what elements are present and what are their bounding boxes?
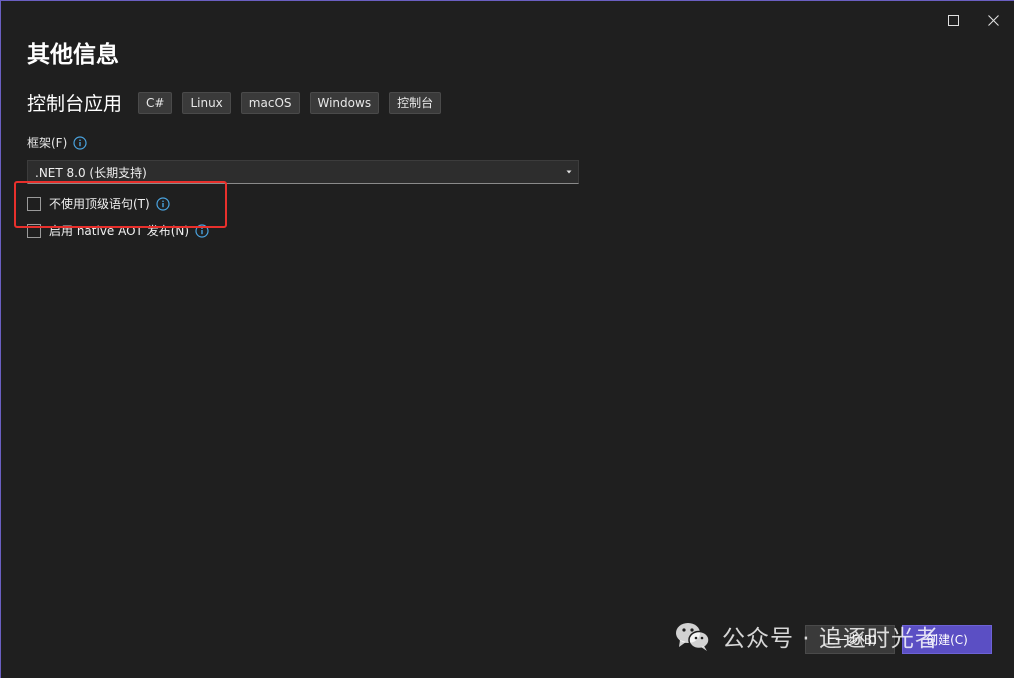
project-type-row: 控制台应用 C# Linux macOS Windows 控制台	[27, 89, 451, 116]
top-level-statements-option[interactable]: 不使用顶级语句(T)	[27, 195, 170, 212]
page-title: 其他信息	[27, 42, 119, 68]
project-type-title: 控制台应用	[27, 93, 123, 115]
native-aot-label: 启用 native AOT 发布(N)	[49, 224, 190, 238]
tag-windows: Windows	[309, 91, 380, 114]
info-icon[interactable]	[156, 196, 170, 211]
maximize-icon	[947, 14, 959, 26]
wechat-icon	[676, 623, 710, 651]
framework-label: 框架(F)	[27, 136, 68, 150]
info-icon[interactable]	[195, 223, 209, 238]
chevron-down-icon	[566, 170, 572, 174]
tag-console: 控制台	[389, 91, 442, 114]
create-button[interactable]: 创建(C)	[902, 625, 992, 654]
back-button[interactable]: 上一步(B)	[805, 625, 895, 654]
top-level-statements-checkbox[interactable]	[27, 196, 41, 211]
tag-csharp: C#	[138, 91, 173, 114]
dialog-window: 其他信息 控制台应用 C# Linux macOS Windows 控制台 框架…	[0, 0, 1014, 678]
close-button[interactable]	[980, 9, 1006, 31]
maximize-button[interactable]	[940, 9, 966, 31]
window-controls	[940, 9, 1006, 31]
framework-label-row: 框架(F)	[27, 134, 87, 151]
native-aot-option[interactable]: 启用 native AOT 发布(N)	[27, 222, 209, 239]
tag-macos: macOS	[240, 91, 300, 114]
close-icon	[987, 14, 999, 26]
top-level-statements-label: 不使用顶级语句(T)	[49, 197, 150, 211]
framework-dropdown[interactable]: .NET 8.0 (长期支持)	[27, 160, 579, 184]
info-icon[interactable]	[73, 135, 87, 150]
native-aot-checkbox[interactable]	[27, 223, 41, 238]
framework-selected-value: .NET 8.0 (长期支持)	[35, 165, 147, 180]
tag-linux: Linux	[182, 91, 231, 114]
